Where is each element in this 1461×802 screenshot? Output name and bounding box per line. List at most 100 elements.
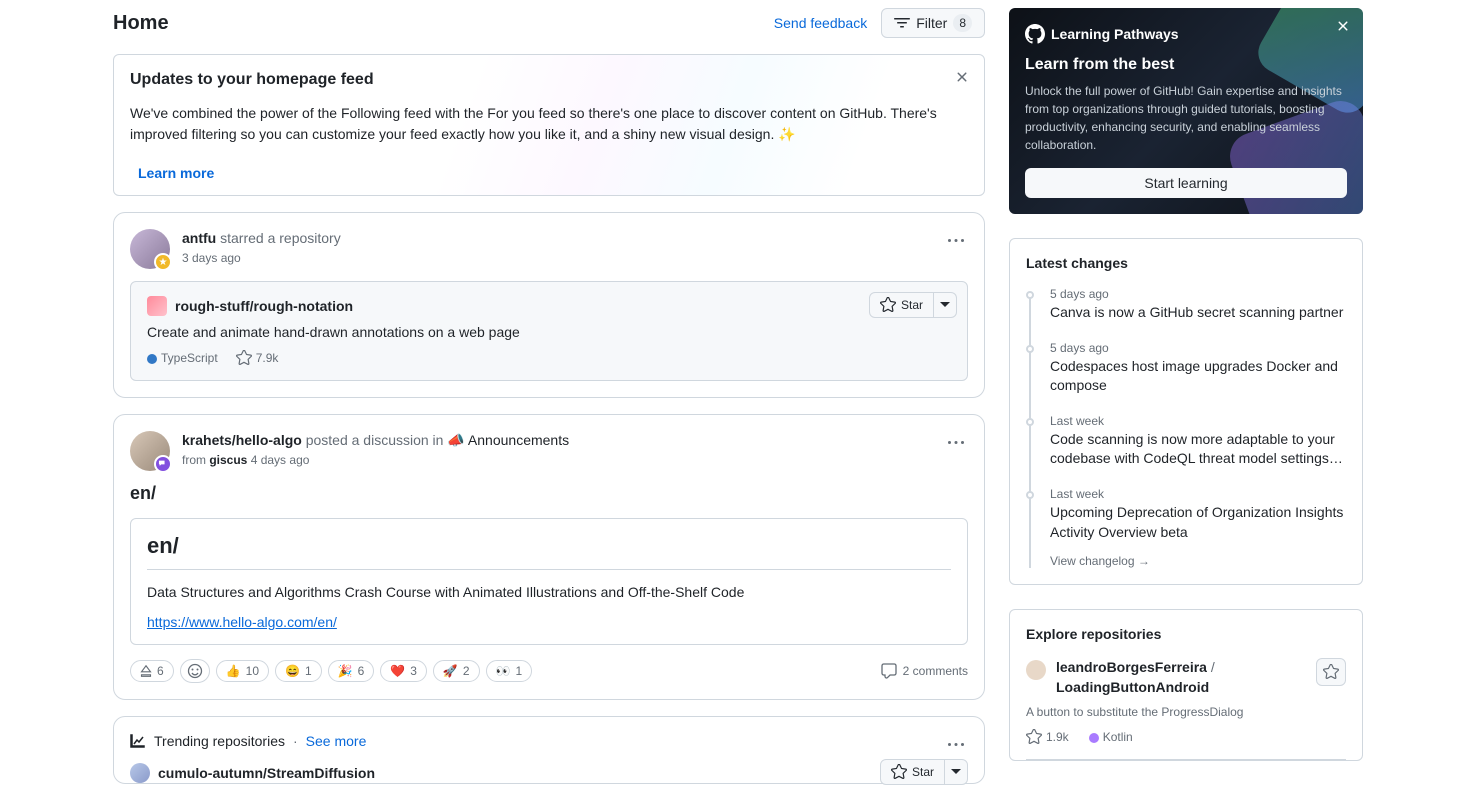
send-feedback-link[interactable]: Send feedback — [774, 15, 867, 31]
filter-button[interactable]: Filter 8 — [881, 8, 985, 38]
rocket-icon: 🚀 — [443, 664, 458, 678]
explore-repo-item: leandroBorgesFerreira / LoadingButtonAnd… — [1026, 658, 1346, 697]
star-button[interactable]: Star — [869, 292, 934, 318]
changelog-title: Code scanning is now more adaptable to y… — [1050, 430, 1346, 469]
discussion-category[interactable]: Announcements — [468, 432, 569, 448]
chevron-down-icon — [940, 302, 950, 308]
star-icon — [891, 764, 907, 780]
trending-header: Trending repositories · See more — [130, 733, 968, 749]
comment-icon — [881, 663, 897, 679]
kebab-menu-icon[interactable] — [944, 431, 968, 455]
avatar[interactable] — [130, 431, 170, 471]
star-icon — [880, 297, 896, 313]
github-mark-icon — [1025, 24, 1045, 44]
star-button[interactable]: Star — [880, 759, 945, 785]
changelog-time: 5 days ago — [1050, 341, 1346, 355]
explore-repo-meta: 1.9k Kotlin — [1026, 729, 1346, 745]
star-dropdown-button[interactable] — [934, 292, 957, 318]
repo-meta: TypeScript 7.9k — [147, 350, 951, 366]
explore-repo-link[interactable]: leandroBorgesFerreira / LoadingButtonAnd… — [1056, 658, 1215, 697]
promo-title: Learn from the best — [1025, 56, 1347, 74]
repo-description: Create and animate hand-drawn annotation… — [147, 324, 951, 340]
actor-link[interactable]: krahets/hello-algo — [182, 432, 302, 448]
close-icon[interactable] — [1335, 18, 1351, 37]
feed-card-star: ★ antfu starred a repository 3 days ago … — [113, 212, 985, 398]
changelog-item[interactable]: 5 days ago Codespaces host image upgrade… — [1026, 341, 1346, 396]
thumbs-up-reaction[interactable]: 👍10 — [216, 660, 269, 682]
latest-changes-title: Latest changes — [1026, 255, 1346, 271]
kebab-menu-icon[interactable] — [944, 229, 968, 253]
event-time: 3 days ago — [182, 251, 341, 265]
thumbs-up-icon: 👍 — [226, 664, 241, 678]
close-icon[interactable] — [952, 67, 972, 87]
changelog-time: Last week — [1050, 487, 1346, 501]
star-badge-icon: ★ — [154, 253, 172, 271]
rocket-reaction[interactable]: 🚀2 — [433, 660, 480, 682]
view-changelog-link[interactable]: View changelog → — [1026, 554, 1150, 568]
learn-more-link[interactable]: Learn more — [130, 159, 222, 187]
language-label: TypeScript — [161, 351, 218, 365]
changelog-item[interactable]: 5 days ago Canva is now a GitHub secret … — [1026, 287, 1346, 323]
latest-changes-card: Latest changes 5 days ago Canva is now a… — [1009, 238, 1363, 585]
event-subline: from giscus 4 days ago — [182, 453, 569, 467]
upvote-button[interactable]: 6 — [130, 660, 174, 682]
discussion-inner-title: en/ — [147, 533, 951, 570]
event-action: posted a discussion in — [306, 432, 444, 448]
star-count[interactable]: 1.9k — [1026, 729, 1069, 745]
avatar[interactable] — [1026, 660, 1046, 680]
add-reaction-button[interactable] — [180, 659, 210, 683]
filter-label: Filter — [916, 15, 947, 31]
repo-link[interactable]: rough-stuff/rough-notation — [175, 298, 353, 314]
changelog-title: Upcoming Deprecation of Organization Ins… — [1050, 503, 1346, 542]
repo-link[interactable]: cumulo-autumn/StreamDiffusion — [158, 765, 375, 781]
tada-reaction[interactable]: 🎉6 — [328, 660, 375, 682]
divider — [1026, 759, 1346, 760]
promo-body: Unlock the full power of GitHub! Gain ex… — [1025, 82, 1347, 154]
changelog-title: Codespaces host image upgrades Docker an… — [1050, 357, 1346, 396]
star-dropdown-button[interactable] — [945, 759, 968, 785]
changelog-item[interactable]: Last week Upcoming Deprecation of Organi… — [1026, 487, 1346, 542]
explore-title: Explore repositories — [1026, 626, 1346, 642]
star-button[interactable] — [1316, 658, 1346, 686]
changelog-item[interactable]: Last week Code scanning is now more adap… — [1026, 414, 1346, 469]
sidebar: Learning Pathways Learn from the best Un… — [1009, 8, 1363, 800]
tada-icon: 🎉 — [338, 664, 353, 678]
from-repo-link[interactable]: giscus — [209, 453, 247, 467]
reactions-row: 6 👍10 😄1 🎉6 ❤️3 🚀2 👀1 2 comments — [130, 659, 968, 683]
event-line: krahets/hello-algo posted a discussion i… — [182, 431, 569, 451]
language-label: Kotlin — [1103, 730, 1133, 744]
eyes-reaction[interactable]: 👀1 — [486, 660, 533, 682]
star-icon — [236, 350, 252, 366]
upvote-icon — [140, 665, 152, 677]
changelog-time: Last week — [1050, 414, 1346, 428]
discussion-body: Data Structures and Algorithms Crash Cou… — [147, 584, 951, 600]
explore-repositories-card: Explore repositories leandroBorgesFerrei… — [1009, 609, 1363, 761]
event-line: antfu starred a repository — [182, 229, 341, 249]
learning-pathways-promo: Learning Pathways Learn from the best Un… — [1009, 8, 1363, 214]
grin-reaction[interactable]: 😄1 — [275, 660, 322, 682]
kebab-menu-icon[interactable] — [944, 733, 968, 757]
avatar[interactable]: ★ — [130, 229, 170, 269]
page-title: Home — [113, 12, 774, 35]
see-more-link[interactable]: See more — [306, 733, 367, 749]
main-column: Home Send feedback Filter 8 Updates to y… — [113, 8, 985, 800]
page-header: Home Send feedback Filter 8 — [113, 8, 985, 38]
filter-icon — [894, 15, 910, 31]
star-count[interactable]: 7.9k — [236, 350, 279, 366]
changelog-time: 5 days ago — [1050, 287, 1346, 301]
discussion-title[interactable]: en/ — [130, 483, 968, 504]
heart-icon: ❤️ — [390, 664, 405, 678]
graph-icon — [130, 733, 146, 749]
grin-icon: 😄 — [285, 664, 300, 678]
smiley-icon — [187, 663, 203, 679]
start-learning-button[interactable]: Start learning — [1025, 168, 1347, 198]
feed-card-trending: Trending repositories · See more cumulo-… — [113, 716, 985, 784]
feed-card-discussion: krahets/hello-algo posted a discussion i… — [113, 414, 985, 700]
repo-avatar[interactable] — [147, 296, 167, 316]
comments-link[interactable]: 2 comments — [881, 663, 968, 679]
actor-link[interactable]: antfu — [182, 230, 216, 246]
heart-reaction[interactable]: ❤️3 — [380, 660, 427, 682]
discussion-link[interactable]: https://www.hello-algo.com/en/ — [147, 614, 337, 630]
chevron-down-icon — [951, 769, 961, 775]
repo-avatar[interactable] — [130, 763, 150, 783]
